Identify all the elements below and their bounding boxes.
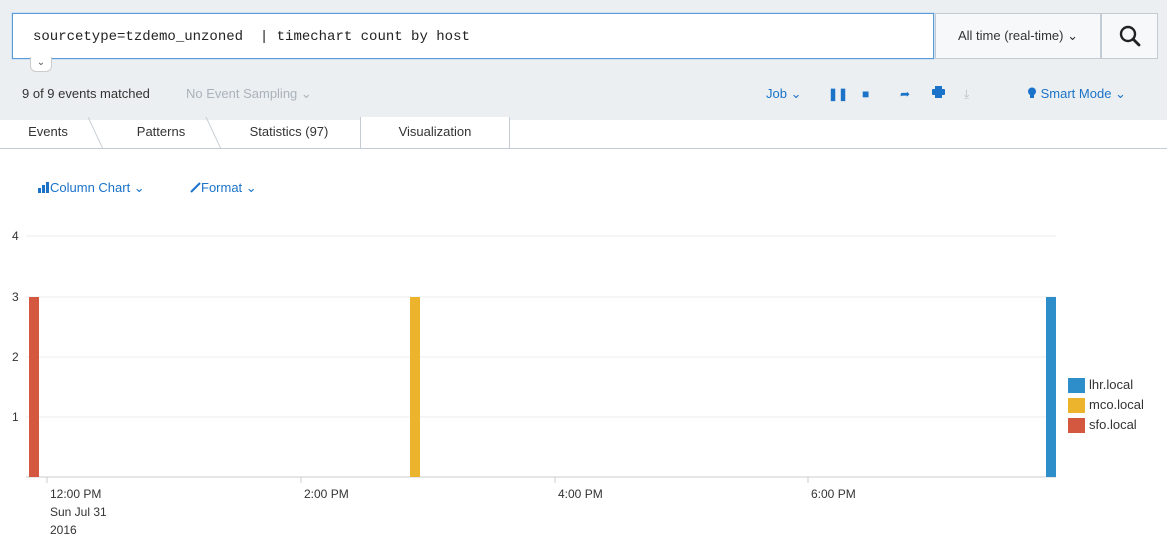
share-icon[interactable]: ➦ (900, 84, 910, 104)
bar-chart-icon (38, 182, 49, 193)
time-range-picker[interactable]: All time (real-time) ⌄ (935, 13, 1101, 59)
legend-label: mco.local (1089, 397, 1144, 412)
export-icon[interactable]: ⤓ (964, 84, 969, 104)
pencil-icon (190, 182, 201, 193)
x-tick-label: 2:00 PM (304, 487, 349, 501)
tab-patterns[interactable]: Patterns (108, 117, 214, 147)
x-date-label: Sun Jul 31 (50, 505, 107, 519)
search-bar: sourcetype=tzdemo_unzoned | timechart co… (12, 13, 1158, 72)
bar-sfo-local[interactable] (29, 297, 39, 477)
chevron-down-icon: ⌄ (1067, 28, 1078, 43)
time-range-label: All time (real-time) (958, 28, 1064, 43)
chart-type-dropdown[interactable]: Column Chart ⌄ (38, 180, 145, 195)
expand-search-icon[interactable]: ⌄ (30, 57, 52, 72)
bar-mco-local[interactable] (410, 297, 420, 477)
stop-icon[interactable]: ■ (862, 84, 869, 104)
legend-label: sfo.local (1089, 417, 1137, 432)
tab-statistics[interactable]: Statistics (97) (226, 117, 352, 147)
x-tick-label: 6:00 PM (811, 487, 856, 501)
bar-lhr-local[interactable] (1046, 297, 1056, 477)
search-input[interactable]: sourcetype=tzdemo_unzoned | timechart co… (12, 13, 934, 59)
legend-swatch (1068, 378, 1085, 393)
y-tick-label: 1 (12, 410, 19, 424)
job-status-bar: 9 of 9 events matched No Event Sampling … (22, 84, 1147, 104)
x-tick-label: 12:00 PM (50, 487, 101, 501)
x-year-label: 2016 (50, 523, 77, 537)
tab-visualization[interactable]: Visualization (360, 117, 510, 148)
y-tick-label: 4 (12, 229, 19, 243)
results-tabs: Events Patterns Statistics (97) Visualiz… (0, 117, 1167, 149)
legend-swatch (1068, 398, 1085, 413)
pause-icon[interactable]: ❚❚ (828, 84, 848, 104)
tab-events[interactable]: Events (0, 117, 96, 147)
x-tick-label: 4:00 PM (558, 487, 603, 501)
print-icon[interactable] (932, 84, 945, 104)
legend-swatch (1068, 418, 1085, 433)
chart-type-label: Column Chart ⌄ (50, 180, 145, 195)
event-sampling-dropdown[interactable]: No Event Sampling ⌄ (186, 84, 312, 104)
search-mode-label: Smart Mode ⌄ (1040, 86, 1126, 101)
search-icon (1119, 25, 1140, 47)
search-mode-dropdown[interactable]: Smart Mode ⌄ (1027, 84, 1126, 104)
format-dropdown[interactable]: Format ⌄ (190, 180, 257, 195)
format-label: Format ⌄ (201, 180, 257, 195)
events-matched-count: 9 of 9 events matched (22, 86, 150, 101)
search-button[interactable] (1101, 13, 1158, 59)
legend-label: lhr.local (1089, 377, 1134, 392)
job-menu[interactable]: Job ⌄ (766, 84, 801, 104)
lightbulb-icon (1028, 87, 1036, 98)
y-tick-label: 2 (12, 350, 19, 364)
y-tick-label: 3 (12, 290, 19, 304)
